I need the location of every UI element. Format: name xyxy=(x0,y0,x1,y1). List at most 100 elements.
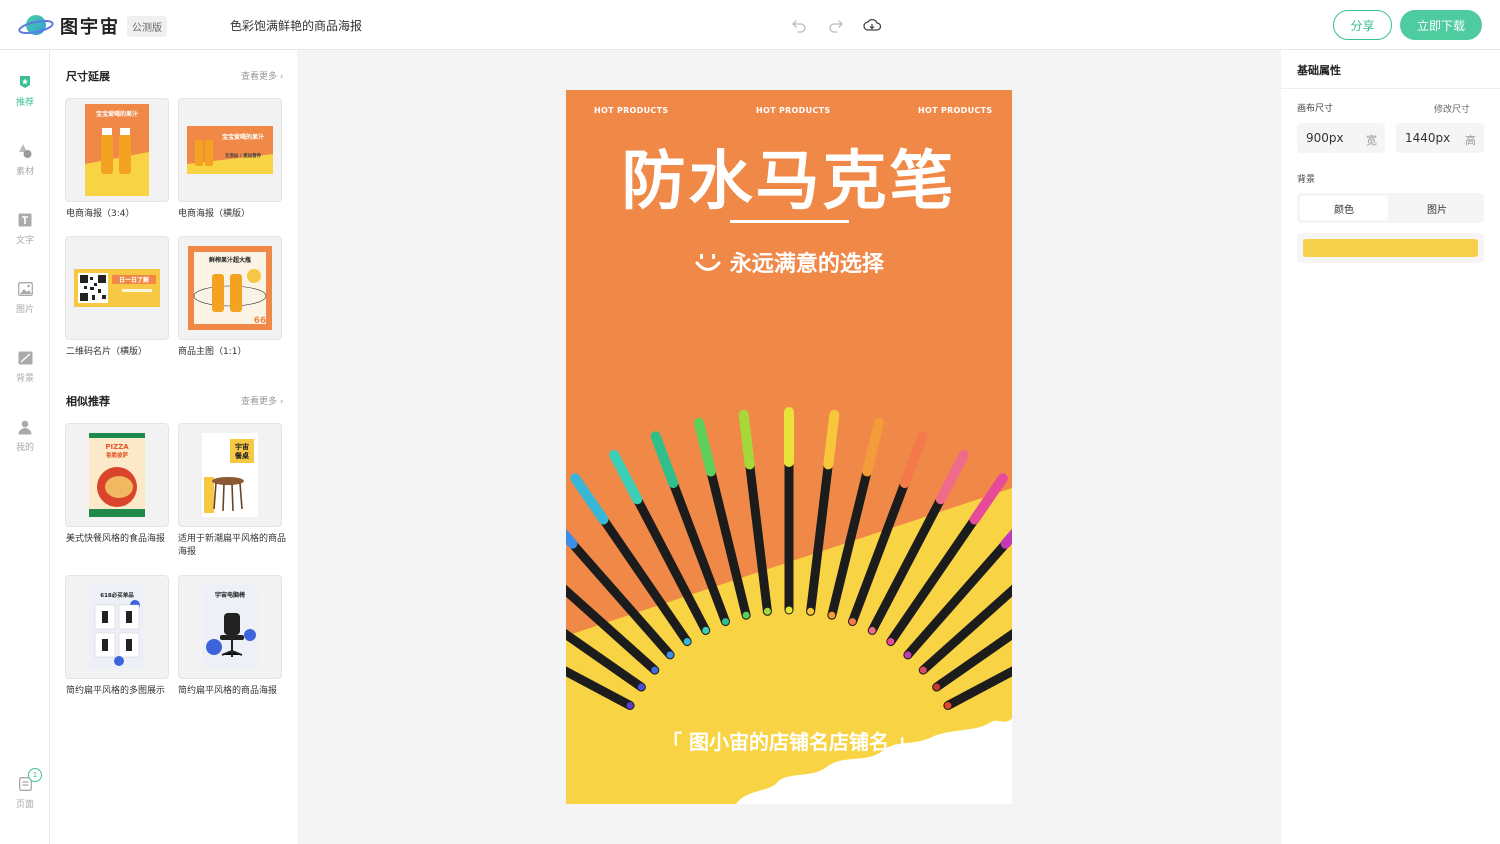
rail-item-label: 推荐 xyxy=(15,98,34,108)
rail-item-images[interactable]: 图片 xyxy=(0,281,50,331)
poster-slogan[interactable]: 永远满意的选择 xyxy=(566,246,1012,278)
tab-image[interactable]: 图片 xyxy=(1393,196,1481,220)
size-section-more-link[interactable]: 查看更多 › xyxy=(241,69,284,82)
template-card-poster-3-4[interactable]: 宝宝爱喝的果汁 xyxy=(65,98,169,202)
marker-pen-tip xyxy=(868,626,876,634)
marker-pen-tip xyxy=(637,683,645,691)
rail-item-label: 图片 xyxy=(15,305,34,315)
height-field[interactable]: 1440px 高 xyxy=(1396,123,1484,153)
thumb-title-text: 日一日了解 xyxy=(119,276,149,284)
juice-poster-thumbnail: 宝宝爱喝的果汁 xyxy=(85,104,149,196)
thumb-title-text: 618必买单品 xyxy=(100,591,134,599)
rail-item-pages[interactable]: 1 页面 xyxy=(0,768,50,826)
marker-pen-tip xyxy=(626,701,634,709)
document-title[interactable]: 色彩饱满鲜艳的商品海报 xyxy=(230,17,362,34)
marker-pen-tip xyxy=(721,618,729,626)
similar-section-more-link[interactable]: 查看更多 › xyxy=(241,394,284,407)
marker-pen-tip xyxy=(944,701,952,709)
rail-item-label: 我的 xyxy=(15,443,34,453)
template-card-label: 二维码名片（横版） xyxy=(66,347,148,357)
template-card-label: 简约扁平风格的多图展示 xyxy=(66,686,166,696)
marker-pen-cap xyxy=(935,449,969,505)
hot-products-text[interactable]: HOT PRODUCTS xyxy=(756,106,830,115)
hot-products-text[interactable]: HOT PRODUCTS xyxy=(594,106,668,115)
marker-pen-tip xyxy=(828,611,836,619)
rail-item-text[interactable]: 文字 xyxy=(0,212,50,262)
similar-section-title: 相似推荐 xyxy=(66,395,110,408)
top-bar: 图宇宙 公测版 色彩饱满鲜艳的商品海报 分享 立即下载 xyxy=(0,0,1500,50)
rail-item-recommend[interactable]: 推荐 xyxy=(0,74,50,124)
width-field[interactable]: 900px 宽 xyxy=(1297,123,1385,153)
share-button[interactable]: 分享 xyxy=(1333,10,1392,40)
background-icon xyxy=(17,350,33,366)
poster-title[interactable]: 防水马克笔 xyxy=(566,130,1012,222)
template-card-label: 适用于新潮扁平风格的商品海报 xyxy=(178,534,287,557)
marker-pen-tip xyxy=(702,626,710,634)
template-card-product-main[interactable]: 鲜榨果汁超大瓶 66 xyxy=(178,236,282,340)
background-label: 背景 xyxy=(1297,175,1316,185)
tab-color[interactable]: 颜色 xyxy=(1300,196,1388,220)
template-card-pizza-poster[interactable]: PIZZA 香脆披萨 xyxy=(65,423,169,527)
hot-products-text[interactable]: HOT PRODUCTS xyxy=(918,106,992,115)
star-badge-icon xyxy=(17,74,33,90)
thumb-number-text: 66 xyxy=(254,316,267,326)
properties-panel: 基础属性 画布尺寸 修改尺寸 900px 宽 1440px 高 背景 颜色 图片 xyxy=(1281,50,1500,844)
marker-pen-cap xyxy=(862,417,885,477)
thumb-sub-text: 香脆披萨 xyxy=(106,451,129,459)
table-poster-thumbnail: 宇宙 餐桌 xyxy=(202,433,258,517)
image-icon xyxy=(17,281,33,297)
planet-logo-icon[interactable] xyxy=(18,11,54,39)
rail-item-label: 文字 xyxy=(15,236,34,246)
chevron-right-icon: › xyxy=(279,72,284,82)
marker-pen-cap xyxy=(899,431,928,489)
rail-item-elements[interactable]: 素材 xyxy=(0,143,50,193)
background-color-picker[interactable] xyxy=(1297,233,1484,263)
poster-divider xyxy=(730,220,849,223)
chair-poster-thumbnail: 宇宙电脑椅 xyxy=(202,585,258,669)
template-panel: 尺寸延展 查看更多 › 宝宝爱喝的果汁 电商海报（3:4） 宝宝爱喝的果汁 无添… xyxy=(50,50,297,844)
edit-size-link[interactable]: 修改尺寸 xyxy=(1434,102,1470,115)
size-section-title: 尺寸延展 xyxy=(66,70,110,83)
template-card-poster-landscape[interactable]: 宝宝爱喝的果汁 无添加 / 更加营养 xyxy=(178,98,282,202)
template-card-multi-image[interactable]: 618必买单品 xyxy=(65,575,169,679)
rail-item-mine[interactable]: 我的 xyxy=(0,419,50,469)
marker-pen-cap xyxy=(650,431,679,489)
template-card-table-poster[interactable]: 宇宙 餐桌 xyxy=(178,423,282,527)
rail-item-label: 背景 xyxy=(15,374,34,384)
redo-icon[interactable] xyxy=(826,15,846,35)
shapes-icon xyxy=(17,143,33,159)
poster-canvas[interactable]: HOT PRODUCTS HOT PRODUCTS HOT PRODUCTS 防… xyxy=(566,90,1012,804)
more-link-label: 查看更多 xyxy=(241,72,278,82)
product-main-thumbnail: 鲜榨果汁超大瓶 66 xyxy=(188,246,272,330)
slogan-text: 永远满意的选择 xyxy=(729,252,884,277)
chevron-right-icon: › xyxy=(279,397,284,407)
marker-pen-cap xyxy=(570,473,609,525)
marker-pen-tip xyxy=(651,666,659,674)
background-type-toggle: 颜色 图片 xyxy=(1297,193,1484,223)
poster-shop-name[interactable]: 「 图小宙的店铺名店铺名 」 xyxy=(566,726,1012,755)
height-value: 1440px xyxy=(1405,131,1451,145)
marker-pen-tip xyxy=(919,666,927,674)
template-card-qr-business-card[interactable]: 日一日了解 xyxy=(65,236,169,340)
background-color-swatch[interactable] xyxy=(1303,239,1478,257)
undo-icon[interactable] xyxy=(789,15,809,35)
thumb-sub-text: 无添加 / 更加营养 xyxy=(224,152,262,159)
canvas-size-label: 画布尺寸 xyxy=(1297,104,1334,114)
thumb-sub-text: 餐桌 xyxy=(234,451,249,460)
pizza-poster-thumbnail: PIZZA 香脆披萨 xyxy=(89,433,145,517)
template-card-label: 电商海报（3:4） xyxy=(66,209,135,219)
template-card-chair-poster[interactable]: 宇宙电脑椅 xyxy=(178,575,282,679)
download-button[interactable]: 立即下载 xyxy=(1400,10,1482,40)
cloud-save-icon[interactable] xyxy=(862,15,882,35)
marker-pen-tip xyxy=(904,651,912,659)
juice-landscape-thumbnail: 宝宝爱喝的果汁 无添加 / 更加营养 xyxy=(187,126,273,174)
user-icon xyxy=(17,419,33,435)
marker-pen-cap xyxy=(738,409,755,470)
marker-pen-tip xyxy=(807,607,815,615)
thumb-title-text: 宇宙电脑椅 xyxy=(215,591,245,599)
width-value: 900px xyxy=(1306,131,1344,145)
qr-card-thumbnail: 日一日了解 xyxy=(74,269,160,307)
text-icon xyxy=(17,212,33,228)
template-card-label: 美式快餐风格的食品海报 xyxy=(66,534,166,544)
rail-item-background[interactable]: 背景 xyxy=(0,350,50,400)
